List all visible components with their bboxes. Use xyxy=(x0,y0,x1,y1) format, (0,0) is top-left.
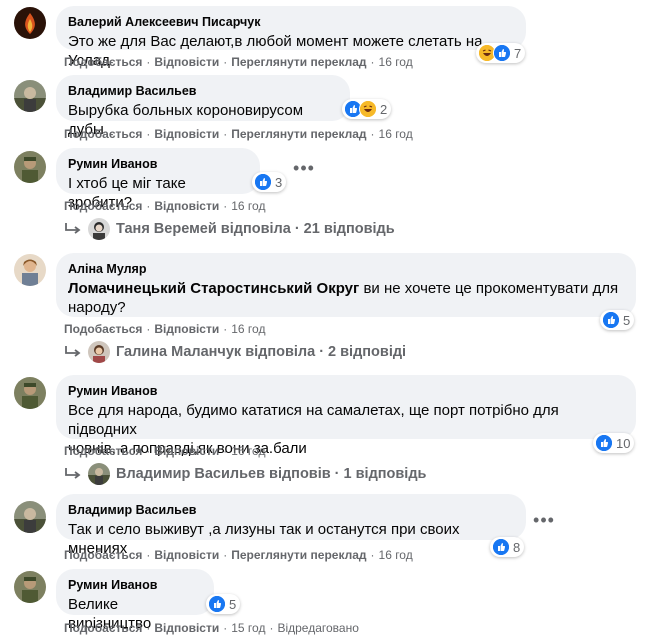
comment-actions: Подобається · Відповісти · Переглянути перек… xyxy=(64,55,413,69)
reaction-badge[interactable]: 5 xyxy=(600,310,635,330)
comment-author[interactable]: Румин Иванов xyxy=(68,383,624,399)
reply-link[interactable]: Відповісти xyxy=(154,444,219,458)
like-reaction-icon xyxy=(254,173,272,191)
avatar[interactable] xyxy=(14,151,46,183)
comment-author[interactable]: Румин Иванов xyxy=(68,156,248,172)
translate-link[interactable]: Переглянути переклад xyxy=(231,127,366,141)
reaction-count: 8 xyxy=(513,539,521,555)
comment-actions: Подобається · Відповісти · Переглянути перек… xyxy=(64,127,413,141)
comment-text: Ломачинецький Старостинський Округ ви не… xyxy=(68,280,619,316)
comment-bubble: Владимир Васильев Так и село выживут ,а … xyxy=(56,494,526,557)
like-link[interactable]: Подобається xyxy=(64,621,142,635)
more-options-icon[interactable]: ••• xyxy=(530,511,558,532)
comment-author[interactable]: Аліна Муляр xyxy=(68,261,624,277)
avatar[interactable] xyxy=(14,571,46,603)
comment-author[interactable]: Валерий Алексеевич Писарчук xyxy=(68,14,514,30)
reaction-count: 7 xyxy=(514,45,522,61)
comment-bubble: Владимир Васильев Вырубка больных короно… xyxy=(56,75,350,138)
avatar[interactable] xyxy=(14,7,46,39)
reply-arrow-icon xyxy=(65,346,81,357)
mention-link[interactable]: Ломачинецький Старостинський Округ xyxy=(68,280,359,297)
comment-bubble: Румин Иванов Велике вирізництво xyxy=(56,569,214,632)
comment-time[interactable]: 16 год xyxy=(231,199,265,213)
like-reaction-icon xyxy=(493,44,511,62)
reaction-badge[interactable]: 3 xyxy=(252,172,287,192)
like-link[interactable]: Подобається xyxy=(64,199,142,213)
comment-time[interactable]: 16 год xyxy=(231,444,265,458)
like-link[interactable]: Подобається xyxy=(64,55,142,69)
comment-actions: Подобається · Відповісти · 16 год xyxy=(64,199,266,213)
reaction-badge[interactable]: 8 xyxy=(490,537,525,557)
haha-reaction-icon xyxy=(359,100,377,118)
view-replies-link[interactable]: Владимир Васильев відповів · 1 відповідь xyxy=(64,463,426,485)
comment-actions: Подобається · Відповісти · 16 год xyxy=(64,322,266,336)
like-reaction-icon xyxy=(595,434,613,452)
reaction-badge[interactable]: 5 xyxy=(206,594,241,614)
reaction-count: 3 xyxy=(275,174,283,190)
reply-link[interactable]: Відповісти xyxy=(154,621,219,635)
view-replies-link[interactable]: Галина Маланчук відповіла · 2 відповіді xyxy=(64,341,406,363)
view-replies-link[interactable]: Таня Веремей відповіла · 21 відповідь xyxy=(64,218,395,240)
reaction-count: 5 xyxy=(229,596,237,612)
like-link[interactable]: Подобається xyxy=(64,444,142,458)
avatar[interactable] xyxy=(14,254,46,286)
replies-summary: Владимир Васильев відповів · 1 відповідь xyxy=(116,466,427,482)
comment-actions: Подобається · Відповісти · 16 год xyxy=(64,444,266,458)
avatar[interactable] xyxy=(14,377,46,409)
reply-arrow-icon xyxy=(65,468,81,479)
comment-author[interactable]: Владимир Васильев xyxy=(68,502,514,518)
comment-time[interactable]: 15 год xyxy=(231,621,265,635)
comment-author[interactable]: Румин Иванов xyxy=(68,577,202,593)
avatar xyxy=(88,341,110,363)
reaction-badge[interactable]: 7 xyxy=(476,43,526,63)
reply-arrow-icon xyxy=(65,223,81,234)
comment-actions: Подобається · Відповісти · Переглянути перек… xyxy=(64,548,413,562)
reaction-badge[interactable]: 10 xyxy=(593,433,635,453)
comment-bubble: Румин Иванов Все для народа, будимо ката… xyxy=(56,375,636,457)
more-options-icon[interactable]: ••• xyxy=(290,159,318,180)
replies-summary: Таня Веремей відповіла · 21 відповідь xyxy=(116,221,395,237)
like-link[interactable]: Подобається xyxy=(64,548,142,562)
like-reaction-icon xyxy=(492,538,510,556)
translate-link[interactable]: Переглянути переклад xyxy=(231,55,366,69)
reaction-count: 10 xyxy=(616,435,631,451)
comment-bubble: Румин Иванов І хтоб це міг таке зробити? xyxy=(56,148,260,211)
comment-author[interactable]: Владимир Васильев xyxy=(68,83,338,99)
like-reaction-icon xyxy=(602,311,620,329)
comment-actions: Подобається · Відповісти · 15 год · Відредагов… xyxy=(64,621,359,635)
comment-bubble: Аліна Муляр Ломачинецький Старостинський… xyxy=(56,253,636,317)
like-reaction-icon xyxy=(208,595,226,613)
comment-time[interactable]: 16 год xyxy=(379,55,413,69)
avatar[interactable] xyxy=(14,501,46,533)
avatar xyxy=(88,463,110,485)
reply-link[interactable]: Відповісти xyxy=(154,55,219,69)
like-link[interactable]: Подобається xyxy=(64,322,142,336)
comment-bubble: Валерий Алексеевич Писарчук Это же для В… xyxy=(56,6,526,69)
comment-time[interactable]: 16 год xyxy=(231,322,265,336)
avatar xyxy=(88,218,110,240)
edited-label[interactable]: Відредаговано xyxy=(277,621,358,635)
replies-summary: Галина Маланчук відповіла · 2 відповіді xyxy=(116,344,407,360)
like-link[interactable]: Подобається xyxy=(64,127,142,141)
comment-time[interactable]: 16 год xyxy=(379,548,413,562)
reply-link[interactable]: Відповісти xyxy=(154,322,219,336)
reaction-badge[interactable]: 2 xyxy=(342,99,392,119)
reaction-count: 2 xyxy=(380,101,388,117)
comment-time[interactable]: 16 год xyxy=(379,127,413,141)
reply-link[interactable]: Відповісти xyxy=(154,199,219,213)
translate-link[interactable]: Переглянути переклад xyxy=(231,548,366,562)
avatar[interactable] xyxy=(14,80,46,112)
reaction-count: 5 xyxy=(623,312,631,328)
reply-link[interactable]: Відповісти xyxy=(154,127,219,141)
reply-link[interactable]: Відповісти xyxy=(154,548,219,562)
